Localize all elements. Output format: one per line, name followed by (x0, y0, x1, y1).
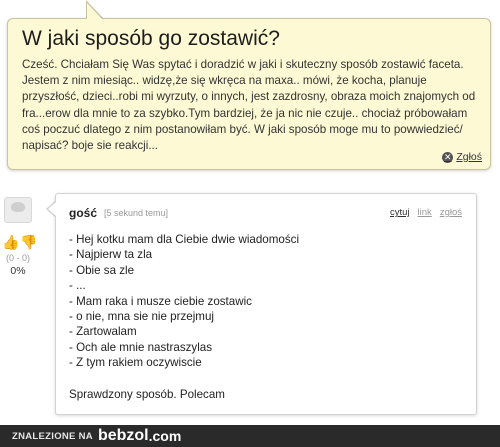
permalink-link[interactable]: link (418, 207, 432, 218)
answer-line: - Obie sa zle (69, 263, 135, 277)
question-report-button[interactable]: ✕ Zgłoś (442, 151, 482, 163)
answer-box: gość [5 sekund temu] cytuj link zgłoś - … (55, 193, 477, 415)
answer-line: - Zartowalam (69, 325, 137, 339)
report-link[interactable]: zgłoś (440, 207, 462, 218)
thumbs-down-icon[interactable]: 👎 (20, 235, 37, 249)
question-report-label: Zgłoś (456, 151, 482, 163)
vote-percent: 0% (10, 265, 26, 277)
thumbs-up-icon[interactable]: 👍 (2, 235, 19, 249)
answer-bubble-tail-fill (48, 202, 56, 216)
answer-line: - ... (69, 279, 86, 293)
answer-line: - Hej kotku mam dla Ciebie dwie wiadomoś… (69, 233, 300, 246)
question-title: W jaki sposób go zostawić? (22, 27, 280, 50)
answer-actions: cytuj link zgłoś (390, 207, 462, 218)
question-body: Cześć. Chciałam Się Was spytać i doradzi… (22, 58, 476, 153)
quote-link[interactable]: cytuj (390, 207, 410, 218)
question-bubble-tail-fill (87, 3, 102, 19)
answer-lines: - Hej kotku mam dla Ciebie dwie wiadomoś… (69, 232, 299, 371)
answer-timestamp: [5 sekund temu] (104, 208, 169, 218)
avatar-icon (4, 197, 32, 223)
bottom-bar: ZNALEZIONE NA bebzol .com (0, 425, 500, 447)
answer-line: - Och ale mnie nastraszylas (69, 340, 213, 354)
answer-line: - o nie, mna sie nie przejmuj (69, 310, 214, 324)
bottom-bar-text: ZNALEZIONE NA (12, 430, 93, 442)
report-icon: ✕ (442, 151, 454, 163)
answer-footer: Sprawdzony sposób. Polecam (69, 388, 225, 401)
question-box: W jaki sposób go zostawić? Cześć. Chciał… (7, 18, 491, 170)
brand-logo[interactable]: bebzol (98, 427, 149, 445)
answer-author: gość (69, 206, 98, 220)
answer-line: - Najpierw ta zla (69, 248, 153, 262)
answer-line: - Mam raka i musze ciebie zostawic (69, 294, 252, 308)
answer-line: - Z tym rakiem oczywiscie (69, 356, 202, 370)
vote-counts: (0 - 0) (5, 253, 30, 263)
brand-tld: .com (148, 428, 182, 444)
